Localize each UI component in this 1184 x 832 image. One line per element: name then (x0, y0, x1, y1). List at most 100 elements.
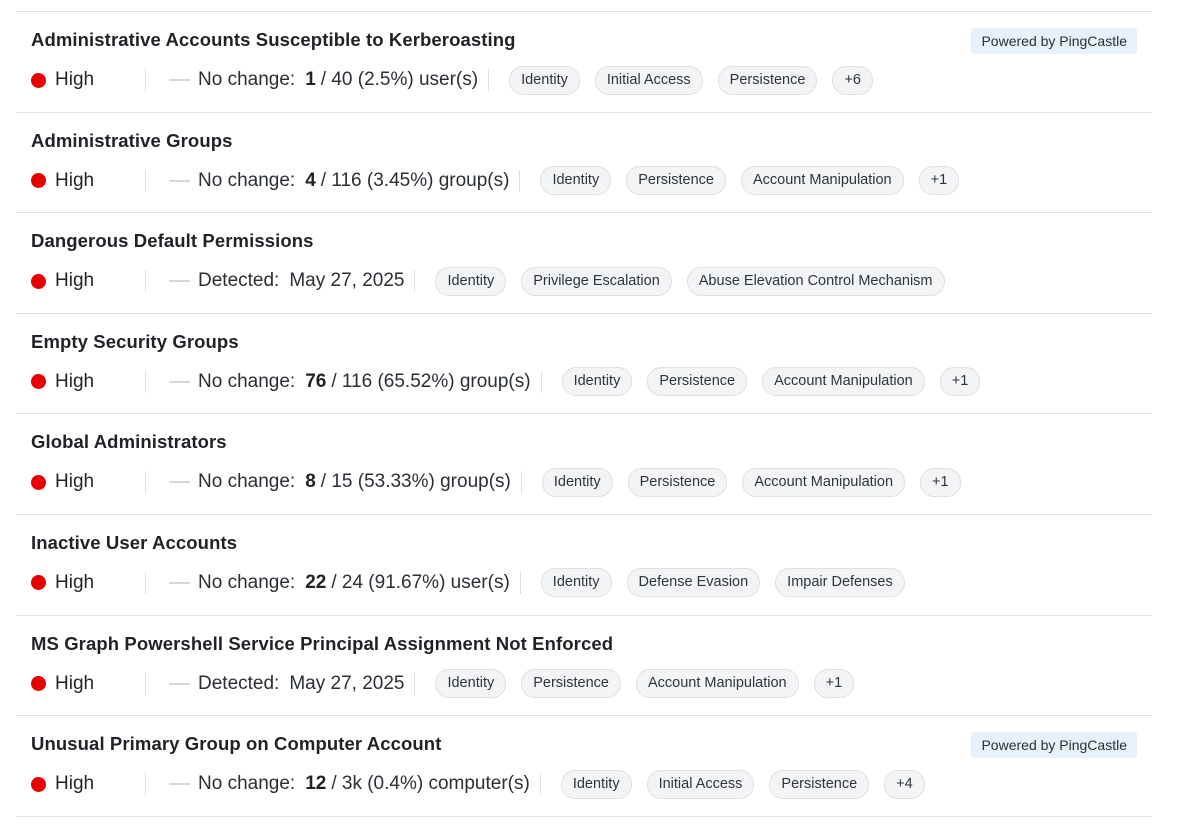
finding-title[interactable]: Administrative Accounts Susceptible to K… (31, 29, 516, 51)
tag-chip[interactable]: Initial Access (646, 769, 755, 799)
tag-chip[interactable]: Identity (540, 166, 612, 196)
finding-title[interactable]: Global Administrators (31, 431, 227, 453)
tag-chip[interactable]: Persistence (769, 769, 870, 799)
severity-label: High (55, 471, 95, 493)
tag-list: Identity Persistence Account Manipulation +… (520, 166, 974, 196)
tag-chip[interactable]: Identity (435, 266, 507, 296)
severity-label: High (55, 169, 95, 191)
severity-label: High (55, 370, 95, 392)
trend-flat-icon (169, 783, 190, 786)
trend-flat-icon (169, 79, 190, 81)
finding-row[interactable]: Dangerous Default Permissions High Detec… (16, 213, 1152, 314)
change-detail: / 15 (53.33%) group(s) (320, 471, 511, 493)
findings-list: Administrative Accounts Susceptible to K… (16, 11, 1152, 817)
severity-dot-icon (31, 173, 46, 189)
tag-chip[interactable]: Persistence (626, 166, 726, 196)
severity-label: High (55, 672, 95, 694)
tag-chip[interactable]: Defense Evasion (626, 568, 761, 598)
tag-chip[interactable]: Privilege Escalation (521, 266, 672, 296)
finding-row[interactable]: Administrative Groups High No change: 4 … (16, 113, 1152, 214)
tag-list: Identity Persistence Account Manipulation +… (542, 367, 996, 397)
more-tags-chip[interactable]: +4 (884, 769, 925, 799)
severity-dot-icon (31, 273, 46, 289)
severity: High (31, 470, 145, 494)
change-detail: / 116 (3.45%) group(s) (320, 169, 510, 191)
more-tags-chip[interactable]: +6 (832, 65, 873, 95)
affected-count: 12 (305, 773, 327, 795)
powered-by-badge: Powered by PingCastle (971, 732, 1137, 759)
finding-meta: High No change: 1 / 40 (2.5%) user(s) Id… (31, 64, 888, 96)
severity-label: High (55, 773, 95, 795)
change-detail: / 40 (2.5%) user(s) (320, 69, 479, 90)
finding-row[interactable]: Empty Security Groups High No change: 76… (16, 314, 1152, 415)
tag-chip[interactable]: Impair Defenses (775, 568, 905, 598)
more-tags-chip[interactable]: +1 (920, 467, 961, 497)
finding-row[interactable]: Inactive User Accounts High No change: 2… (16, 515, 1152, 616)
more-tags-chip[interactable]: +1 (939, 367, 981, 397)
tag-chip[interactable]: Persistence (647, 367, 748, 397)
tag-chip[interactable]: Abuse Elevation Control Mechanism (686, 266, 945, 296)
change-summary: No change: 12 / 3k (0.4%) computer(s) (146, 773, 540, 795)
finding-meta: High No change: 12 / 3k (0.4%) computer(… (31, 768, 940, 800)
finding-title[interactable]: Administrative Groups (31, 130, 233, 152)
trend-flat-icon (169, 581, 190, 584)
change-label: No change: (198, 370, 296, 392)
severity-dot-icon (31, 575, 46, 591)
finding-row[interactable]: MS Graph Powershell Service Principal As… (16, 616, 1152, 717)
finding-title[interactable]: Empty Security Groups (31, 331, 239, 353)
change-label: No change: (198, 773, 296, 795)
finding-title[interactable]: Unusual Primary Group on Computer Accoun… (31, 733, 441, 755)
tag-chip[interactable]: Identity (509, 65, 580, 95)
severity: High (31, 68, 145, 92)
tag-chip[interactable]: Identity (541, 467, 613, 497)
tag-chip[interactable]: Identity (435, 669, 507, 699)
severity-dot-icon (31, 374, 46, 390)
powered-by-badge: Powered by PingCastle (971, 28, 1137, 54)
change-detail: May 27, 2025 (289, 270, 405, 292)
finding-meta: High Detected: May 27, 2025 Identity Pers… (31, 668, 869, 700)
severity-dot-icon (31, 676, 46, 692)
finding-row[interactable]: Unusual Primary Group on Computer Accoun… (16, 716, 1152, 817)
tag-chip[interactable]: Account Manipulation (762, 367, 925, 397)
trend-flat-icon (169, 481, 190, 484)
change-label: No change: (198, 471, 296, 493)
finding-meta: High Detected: May 27, 2025 Identity Priv… (31, 265, 960, 297)
trend-flat-icon (169, 380, 190, 383)
finding-title[interactable]: Inactive User Accounts (31, 532, 237, 554)
change-summary: No change: 8 / 15 (53.33%) group(s) (146, 471, 521, 493)
trend-flat-icon (169, 280, 190, 283)
tag-chip[interactable]: Identity (561, 367, 633, 397)
finding-title[interactable]: Dangerous Default Permissions (31, 230, 314, 252)
tag-chip[interactable]: Identity (540, 568, 612, 598)
tag-chip[interactable]: Initial Access (594, 65, 703, 95)
change-detail: / 24 (91.67%) user(s) (331, 571, 510, 593)
severity-label: High (55, 69, 95, 90)
tag-chip[interactable]: Persistence (521, 669, 621, 699)
change-detail: May 27, 2025 (289, 672, 405, 694)
affected-count: 76 (305, 370, 327, 392)
tag-chip[interactable]: Account Manipulation (635, 669, 799, 699)
severity-label: High (55, 270, 95, 292)
affected-count: 22 (305, 571, 327, 593)
tag-chip[interactable]: Persistence (717, 65, 818, 95)
tag-chip[interactable]: Account Manipulation (742, 467, 906, 497)
severity: High (31, 269, 145, 293)
finding-row[interactable]: Administrative Accounts Susceptible to K… (16, 12, 1152, 113)
tag-chip[interactable]: Persistence (627, 467, 728, 497)
more-tags-chip[interactable]: +1 (918, 166, 960, 196)
more-tags-chip[interactable]: +1 (813, 669, 855, 699)
finding-title[interactable]: MS Graph Powershell Service Principal As… (31, 633, 613, 655)
tag-chip[interactable]: Identity (560, 769, 632, 799)
change-summary: Detected: May 27, 2025 (146, 673, 414, 695)
tag-chip[interactable]: Account Manipulation (740, 166, 904, 196)
severity: High (31, 370, 145, 394)
tag-list: Identity Defense Evasion Impair Defenses (521, 568, 920, 598)
affected-count: 4 (305, 169, 316, 191)
change-summary: No change: 22 / 24 (91.67%) user(s) (146, 572, 520, 594)
change-label: Detected: (198, 270, 280, 292)
severity-dot-icon (31, 474, 46, 490)
finding-row[interactable]: Global Administrators High No change: 8 … (16, 414, 1152, 515)
change-detail: / 3k (0.4%) computer(s) (331, 773, 530, 795)
finding-meta: High No change: 22 / 24 (91.67%) user(s)… (31, 567, 920, 599)
change-label: No change: (198, 571, 296, 593)
